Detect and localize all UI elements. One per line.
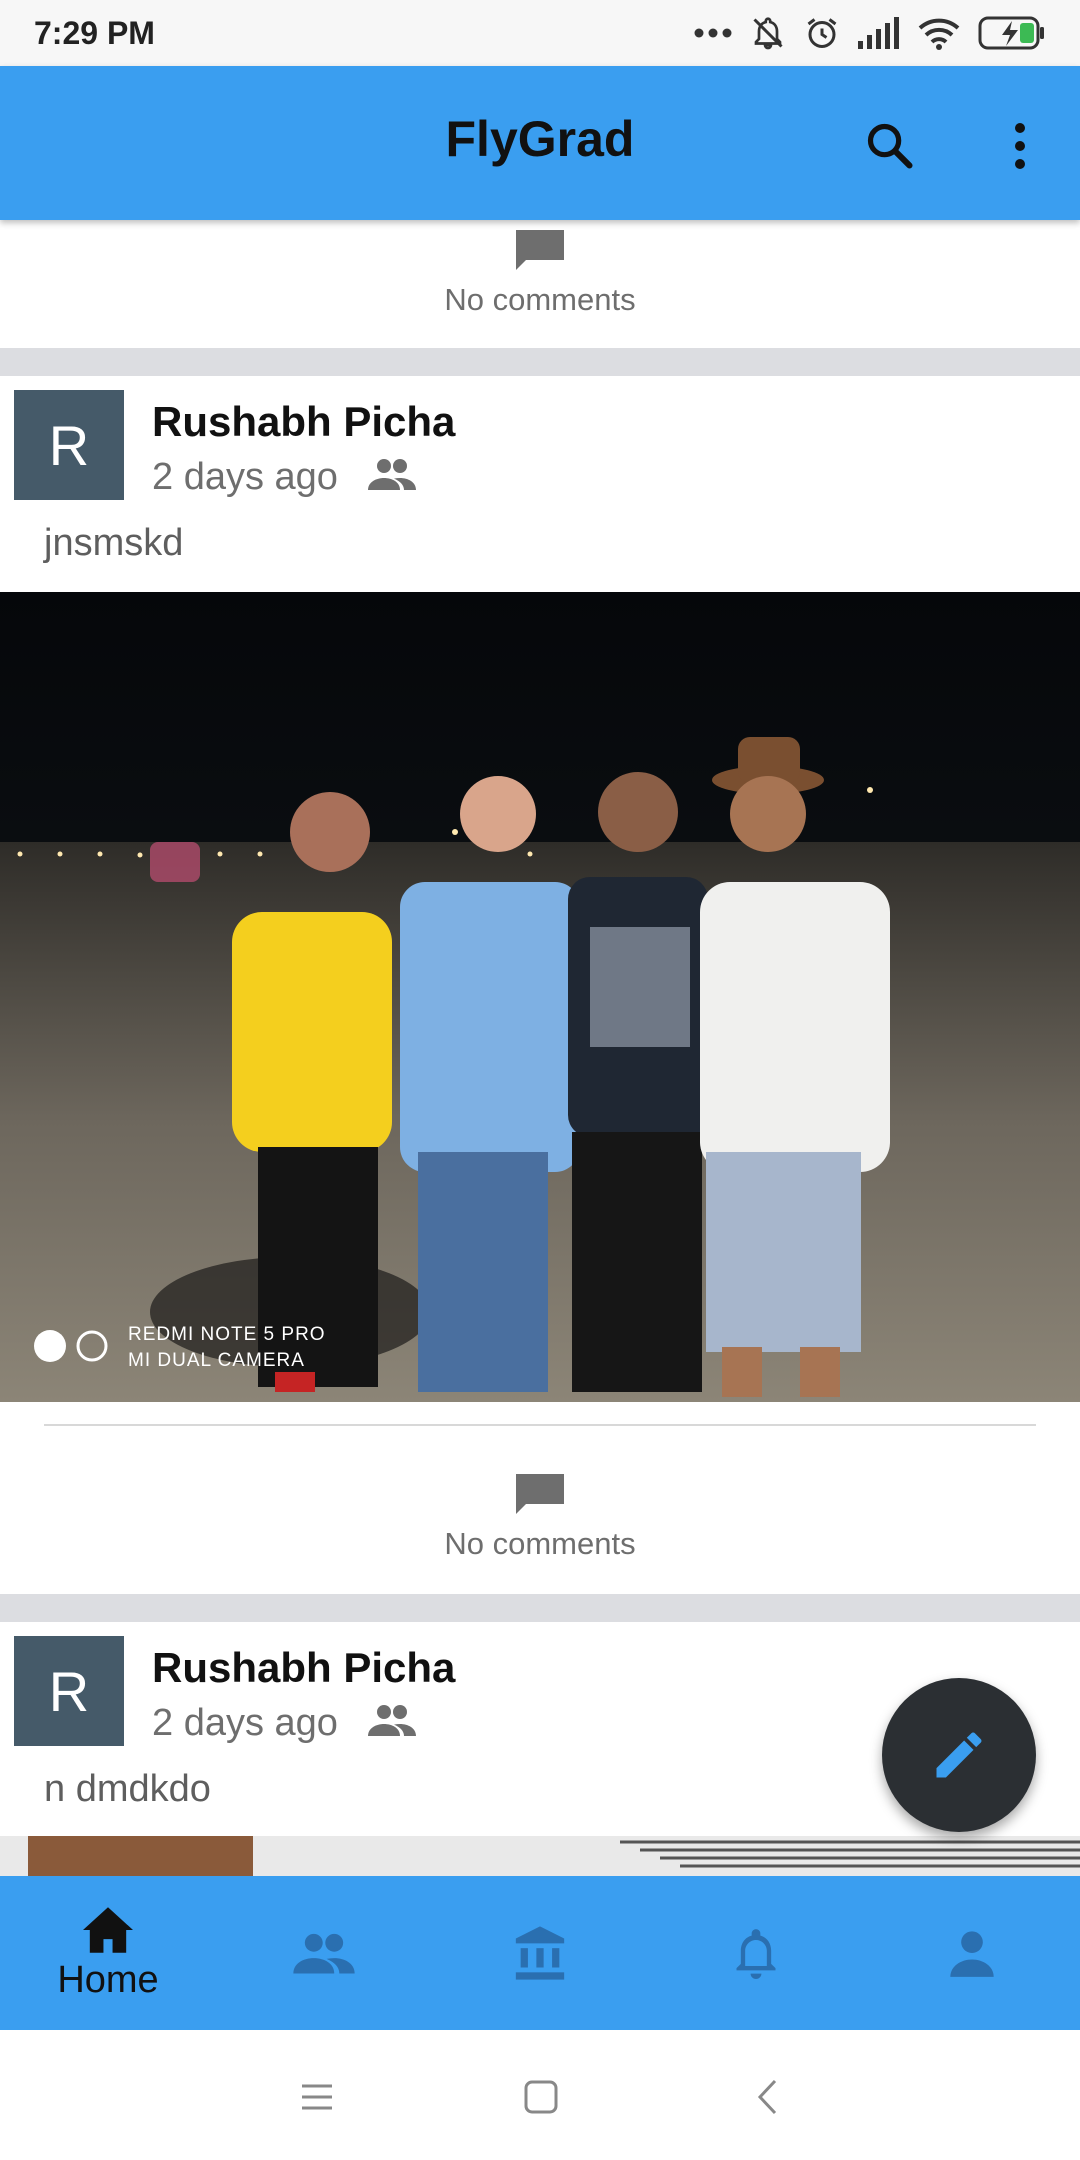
nav-notifications[interactable]	[648, 1876, 864, 2030]
status-bar: 7:29 PM	[0, 0, 1080, 66]
home-icon	[83, 1906, 133, 1953]
edit-icon	[936, 1732, 982, 1778]
comments-section[interactable]: No comments	[0, 1472, 1080, 1568]
avatar[interactable]: R	[14, 390, 124, 500]
app-bar: FlyGrad	[0, 66, 1080, 220]
system-navigation	[0, 2030, 1080, 2160]
chevron-left-icon	[757, 2079, 777, 2115]
signal-icon	[858, 17, 899, 49]
avatar[interactable]: R	[14, 1636, 124, 1746]
more-notifications-icon	[694, 28, 732, 38]
feed[interactable]: No comments R Rushabh Picha 2 days ago j…	[0, 220, 1080, 1876]
wifi-icon	[918, 18, 960, 50]
post-time: 2 days ago	[152, 456, 338, 498]
post-separator	[0, 348, 1080, 376]
comment-icon	[516, 230, 564, 270]
friends-audience-icon	[368, 1705, 416, 1736]
home-system-button[interactable]	[516, 2072, 566, 2122]
nav-institution[interactable]	[432, 1876, 648, 2030]
more-options-button[interactable]	[988, 114, 1052, 178]
post-separator	[0, 1594, 1080, 1622]
post-author[interactable]: Rushabh Picha	[152, 1644, 455, 1692]
screen: 7:29 PM FlyGrad No comments R Rushabh Pi…	[0, 0, 1080, 2160]
nav-home[interactable]: Home	[0, 1876, 216, 2030]
post-divider	[44, 1424, 1036, 1426]
search-icon	[867, 123, 913, 169]
mute-bell-icon	[753, 17, 783, 50]
post-text: jnsmskd	[44, 522, 184, 564]
bottom-navigation: Home	[0, 1876, 1080, 2030]
watermark-line-2: MI DUAL CAMERA	[128, 1350, 305, 1371]
more-vert-icon	[1015, 123, 1025, 169]
status-icons	[694, 15, 1046, 51]
post-image[interactable]: REDMI NOTE 5 PRO MI DUAL CAMERA	[0, 592, 1080, 1402]
recents-button[interactable]	[292, 2072, 342, 2122]
post-text: n dmdkdo	[44, 1768, 211, 1810]
compose-post-button[interactable]	[882, 1678, 1036, 1832]
watermark-line-1: REDMI NOTE 5 PRO	[128, 1324, 326, 1345]
square-icon	[524, 2080, 558, 2114]
alarm-icon	[807, 18, 837, 48]
photo-group-night-icon	[0, 592, 1080, 1402]
photo-partial-icon	[0, 1836, 1080, 1876]
comment-icon	[516, 1474, 564, 1514]
post-image[interactable]	[0, 1836, 1080, 1876]
bell-icon	[736, 1929, 776, 1979]
person-icon	[950, 1931, 994, 1977]
camera-watermark: REDMI NOTE 5 PRO MI DUAL CAMERA	[128, 1322, 326, 1374]
comments-count: No comments	[444, 282, 636, 317]
menu-lines-icon	[302, 2084, 332, 2110]
nav-profile[interactable]	[864, 1876, 1080, 2030]
post-author[interactable]: Rushabh Picha	[152, 398, 455, 446]
post-header: R Rushabh Picha 2 days ago	[0, 376, 1080, 526]
back-button[interactable]	[742, 2072, 792, 2122]
nav-friends[interactable]	[216, 1876, 432, 2030]
battery-charging-icon	[978, 16, 1044, 50]
friends-audience-icon	[368, 459, 416, 490]
nav-home-label: Home	[57, 1958, 159, 2001]
status-time: 7:29 PM	[34, 14, 155, 51]
comments-section[interactable]: No comments	[0, 228, 1080, 324]
search-button[interactable]	[858, 114, 922, 178]
comments-count: No comments	[444, 1526, 636, 1561]
people-icon	[293, 1933, 355, 1974]
institution-icon	[515, 1926, 565, 1980]
post-time: 2 days ago	[152, 1702, 338, 1744]
